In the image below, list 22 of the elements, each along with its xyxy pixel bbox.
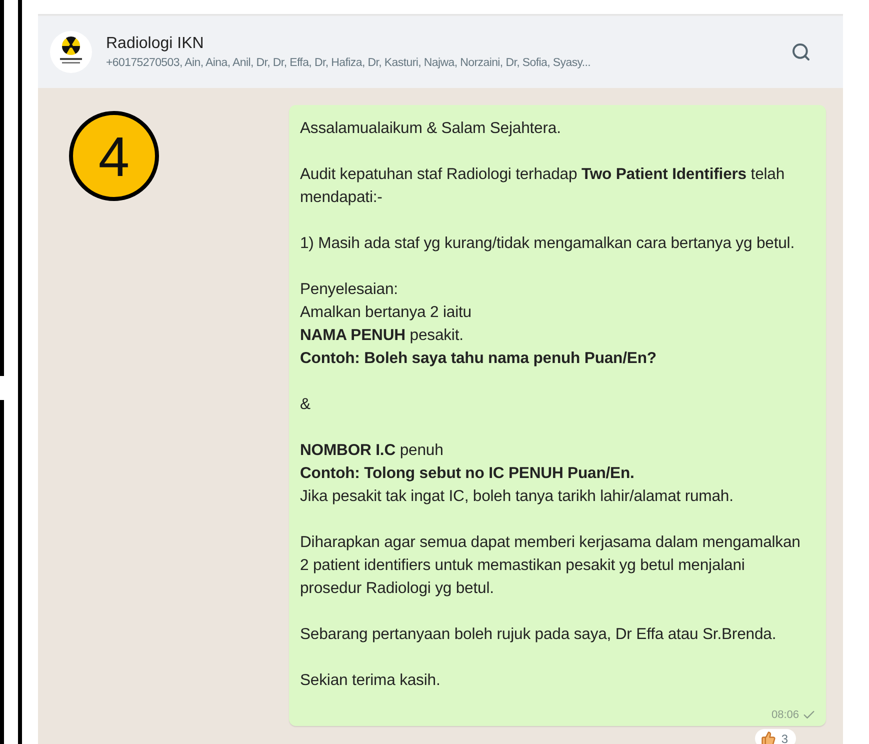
message-text: Diharapkan agar semua dapat memberi kerjasama dalam mengamalkan 2 patient identifiers untuk memastikan pesakit yg betul menjalani prosedur Radiologi yg betul.: [300, 533, 802, 599]
chat-title: Radiologi IKN: [106, 35, 205, 53]
message-text: Penyelesaian:: [300, 280, 399, 300]
thumbs-up-icon: [761, 731, 776, 744]
step-badge: 4: [69, 111, 159, 201]
search-icon[interactable]: [791, 42, 811, 62]
message-text: Jika pesakit tak ingat IC, boleh tanya tarikh lahir/alamat rumah.: [300, 487, 734, 507]
group-avatar-icon[interactable]: [50, 31, 92, 73]
message-text: NOMBOR I.C penuh: [300, 441, 444, 461]
message-text: Assalamualaikum & Salam Sejahtera.: [300, 119, 562, 139]
message-text: Sekian terima kasih.: [300, 671, 442, 691]
reaction-chip[interactable]: 3: [755, 729, 796, 744]
participants-list: +60175270503, Ain, Aina, Anil, Dr, Dr, Effa, Dr, Hafiza, Dr, Kasturi, Najwa, Norzaini, Dr, Sofia, Syasy...: [106, 57, 773, 69]
message-text: Sebarang pertanyaan boleh rujuk pada saya, Dr Effa atau Sr.Brenda.: [300, 625, 778, 645]
message-text: Contoh: Tolong sebut no IC PENUH Puan/En.: [300, 464, 636, 484]
message-text: &: [300, 395, 312, 415]
message-text: Audit kepatuhan staf Radiologi terhadap Two Patient Identifiers telah mendapati:-: [300, 165, 786, 208]
message-text: 1) Masih ada staf yg kurang/tidak mengamalkan cara bertanya yg betul.: [300, 234, 796, 254]
message-text: Amalkan bertanya 2 iaitu: [300, 303, 472, 323]
message-text: NAMA PENUH pesakit.: [300, 326, 464, 346]
message-text: Contoh: Boleh saya tahu nama penuh Puan/En?: [300, 349, 658, 369]
message-time: 08:06: [771, 709, 799, 721]
